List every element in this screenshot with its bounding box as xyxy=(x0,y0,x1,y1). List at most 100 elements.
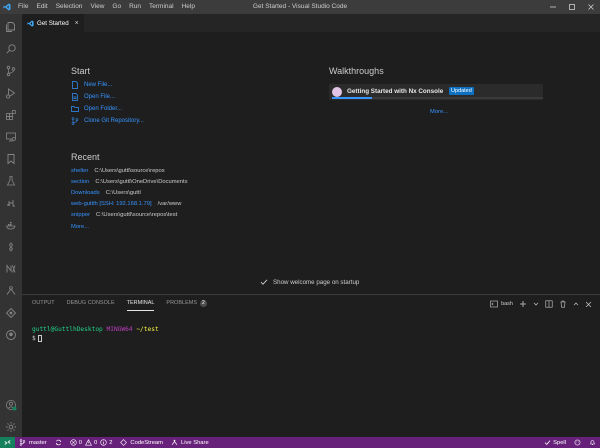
recent-item-snipper[interactable]: snipper C:\Users\guttl\source\repos\test xyxy=(71,212,177,218)
remote-icon xyxy=(4,440,11,445)
beaker-icon xyxy=(6,176,16,186)
recent-item-downloads[interactable]: Downloads C:\Users\guttl xyxy=(71,190,141,196)
timeline-button[interactable] xyxy=(0,236,22,258)
gear-icon xyxy=(6,422,16,432)
source-control-button[interactable] xyxy=(0,60,22,82)
bookmark-icon xyxy=(7,154,15,165)
menu-view[interactable]: View xyxy=(86,0,108,14)
branch-indicator[interactable]: master xyxy=(15,437,51,448)
shell-name: bash xyxy=(501,301,513,307)
menu-selection[interactable]: Selection xyxy=(52,0,87,14)
menu-bar: File Edit Selection View Go Run Terminal… xyxy=(14,0,199,14)
problems-label: PROBLEMS xyxy=(166,300,197,306)
tab-close-icon[interactable]: × xyxy=(75,20,79,27)
spell-status[interactable]: Spell xyxy=(540,437,570,448)
sync-button[interactable] xyxy=(51,437,66,448)
bookmarks-button[interactable] xyxy=(0,148,22,170)
live-share-status[interactable]: Live Share xyxy=(167,437,213,448)
updated-badge: Updated xyxy=(449,87,474,95)
tab-output[interactable]: OUTPUT xyxy=(32,298,55,310)
problems-indicator[interactable]: 0 0 2 xyxy=(66,437,117,448)
manage-button[interactable] xyxy=(0,416,22,438)
open-file-icon xyxy=(71,93,79,101)
codestream-icon xyxy=(5,307,17,319)
close-icon xyxy=(585,301,592,307)
nx-console-button[interactable] xyxy=(0,258,22,280)
run-debug-button[interactable] xyxy=(0,82,22,104)
warning-icon xyxy=(84,439,92,446)
tab-get-started[interactable]: Get Started × xyxy=(22,14,84,32)
menu-edit[interactable]: Edit xyxy=(32,0,51,14)
accounts-button[interactable] xyxy=(0,394,22,416)
terminal-user: guttl@GuttlhDesktop xyxy=(32,326,103,333)
github-button[interactable] xyxy=(0,324,22,346)
minimize-button[interactable] xyxy=(543,0,562,14)
tab-problems[interactable]: PROBLEMS 2 xyxy=(166,298,207,310)
terminal-dropdown-button[interactable] xyxy=(533,301,539,307)
tab-debug-console[interactable]: DEBUG CONSOLE xyxy=(67,298,115,310)
close-window-button[interactable] xyxy=(581,0,600,14)
maximize-button[interactable] xyxy=(562,0,581,14)
new-file-icon xyxy=(71,81,79,89)
menu-run[interactable]: Run xyxy=(125,0,145,14)
chevron-down-icon xyxy=(533,302,539,306)
timeline-icon xyxy=(9,242,13,252)
show-on-startup-checkbox[interactable]: Show welcome page on startup xyxy=(260,278,359,286)
extensions-icon xyxy=(6,110,16,120)
codestream-status[interactable]: CodeStream xyxy=(116,437,167,448)
codestream-button[interactable] xyxy=(0,302,22,324)
close-panel-button[interactable] xyxy=(585,301,592,308)
docker-button[interactable] xyxy=(0,214,22,236)
recent-item-path: C:\Users\guttl\source\repos\test xyxy=(96,212,178,218)
live-share-button[interactable] xyxy=(0,280,22,302)
live-share-label: Live Share xyxy=(180,439,209,446)
kill-terminal-button[interactable] xyxy=(559,300,567,308)
recent-item-name: web-guttlh [SSH: 192.168.1.79] xyxy=(71,201,152,207)
remote-explorer-button[interactable] xyxy=(0,126,22,148)
split-terminal-button[interactable] xyxy=(545,300,553,308)
terminal-cursor xyxy=(37,334,42,342)
menu-terminal[interactable]: Terminal xyxy=(145,0,178,14)
clone-repo-link[interactable]: Clone Git Repository... xyxy=(71,117,144,125)
open-folder-link[interactable]: Open Folder... xyxy=(71,105,122,113)
docker-icon xyxy=(6,222,16,230)
info-count: 2 xyxy=(109,439,113,446)
new-terminal-button[interactable] xyxy=(519,300,527,308)
sync-icon xyxy=(55,439,61,446)
start-heading: Start xyxy=(71,66,91,76)
walkthroughs-more-link[interactable]: More... xyxy=(430,109,448,115)
feedback-button[interactable] xyxy=(570,437,585,448)
gitlens-button[interactable] xyxy=(0,192,22,214)
extensions-button[interactable] xyxy=(0,104,22,126)
tab-label: Get Started xyxy=(37,19,69,27)
nx-console-icon xyxy=(6,264,16,273)
notifications-button[interactable] xyxy=(585,437,600,448)
menu-go[interactable]: Go xyxy=(108,0,125,14)
open-folder-label: Open Folder... xyxy=(84,106,123,112)
new-file-link[interactable]: New File... xyxy=(71,81,112,89)
open-file-link[interactable]: Open File... xyxy=(71,93,115,101)
recent-item-web-guttlh[interactable]: web-guttlh [SSH: 192.168.1.79] /var/www xyxy=(71,201,181,207)
recent-heading: Recent xyxy=(71,152,100,162)
panel-actions: bash xyxy=(484,298,592,310)
menu-help[interactable]: Help xyxy=(178,0,199,14)
recent-item-shelter[interactable]: shelter C:\Users\guttl\source\repos xyxy=(71,168,165,174)
remote-indicator[interactable] xyxy=(0,437,15,448)
explorer-button[interactable] xyxy=(0,16,22,38)
walkthrough-card-nx-console[interactable]: Getting Started with Nx Console Updated xyxy=(329,84,543,100)
maximize-panel-button[interactable] xyxy=(573,301,579,307)
terminal-output[interactable]: guttl@GuttlhDesktop MINGW64 ~/test $ xyxy=(32,325,159,343)
recent-more-link[interactable]: More... xyxy=(71,224,89,230)
recent-item-section[interactable]: section C:\Users\guttl\OneDrive\Documents xyxy=(71,179,188,185)
terminal-shell-selector[interactable]: bash xyxy=(490,300,513,308)
status-bar: master 0 0 2 CodeStream Live Share Spell xyxy=(0,437,600,448)
menu-file[interactable]: File xyxy=(14,0,32,14)
editor-tab-bar: Get Started × xyxy=(22,14,600,32)
search-button[interactable] xyxy=(0,38,22,60)
tab-terminal[interactable]: TERMINAL xyxy=(126,298,155,311)
testing-button[interactable] xyxy=(0,170,22,192)
show-on-startup-label: Show welcome page on startup xyxy=(273,278,360,286)
title-bar: File Edit Selection View Go Run Terminal… xyxy=(0,0,600,14)
info-icon xyxy=(100,439,107,446)
error-count: 0 xyxy=(78,439,82,446)
